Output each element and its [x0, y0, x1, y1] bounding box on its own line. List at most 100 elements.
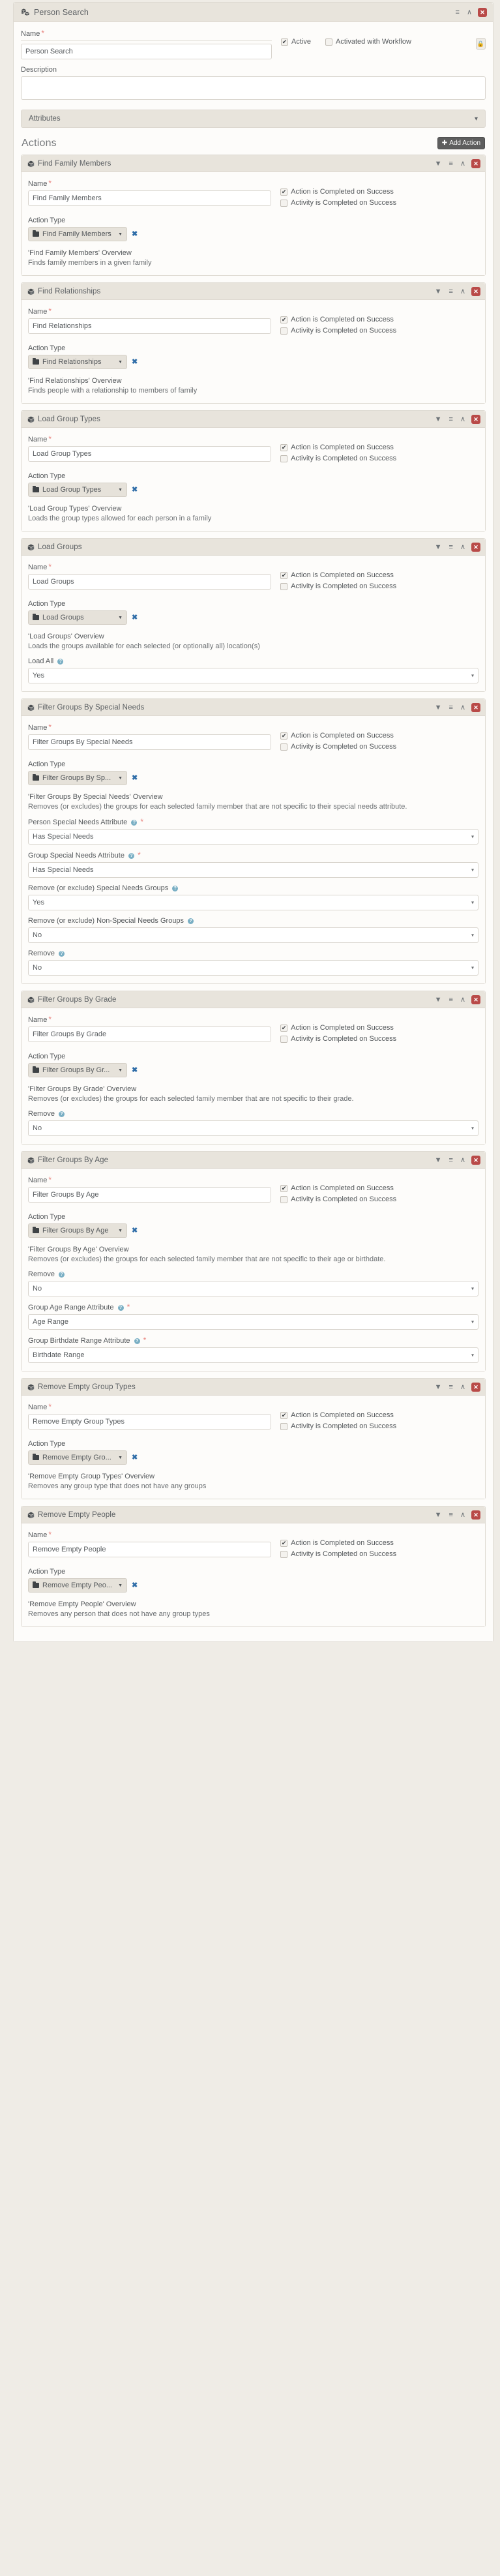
action-completed-row[interactable]: Action is Completed on Success: [280, 1411, 478, 1419]
help-icon[interactable]: ?: [59, 951, 65, 957]
clear-action-type-icon[interactable]: ✖: [132, 230, 138, 238]
filter-icon[interactable]: ▼: [434, 543, 443, 552]
activity-completed-row[interactable]: Activity is Completed on Success: [280, 1195, 478, 1203]
action-completed-row[interactable]: Action is Completed on Success: [280, 1184, 478, 1192]
help-icon[interactable]: ?: [117, 1305, 124, 1311]
action-completed-checkbox[interactable]: [280, 1540, 288, 1547]
action-type-picker[interactable]: Find Relationships ▼: [28, 355, 127, 369]
close-icon[interactable]: ✕: [478, 8, 487, 17]
help-icon[interactable]: ?: [128, 853, 135, 859]
activity-completed-row[interactable]: Activity is Completed on Success: [280, 327, 478, 335]
activity-completed-row[interactable]: Activity is Completed on Success: [280, 199, 478, 207]
action-completed-checkbox[interactable]: [280, 732, 288, 740]
action-field-select[interactable]: YesNo: [28, 668, 478, 683]
delete-icon[interactable]: ✕: [471, 1156, 480, 1165]
activity-completed-checkbox[interactable]: [280, 327, 288, 335]
action-name-input[interactable]: [28, 1026, 272, 1042]
action-completed-row[interactable]: Action is Completed on Success: [280, 188, 478, 196]
activity-completed-checkbox[interactable]: [280, 455, 288, 462]
action-name-input[interactable]: [28, 446, 272, 462]
collapse-icon[interactable]: ∧: [459, 996, 467, 1004]
collapse-icon[interactable]: ∧: [459, 1511, 467, 1520]
help-icon[interactable]: ?: [172, 886, 179, 891]
reorder-handle-icon[interactable]: ≡: [454, 8, 461, 17]
activity-completed-row[interactable]: Activity is Completed on Success: [280, 743, 478, 751]
activated-with-workflow-row[interactable]: Activated with Workflow: [325, 38, 411, 46]
action-completed-checkbox[interactable]: [280, 444, 288, 451]
action-completed-checkbox[interactable]: [280, 316, 288, 323]
active-checkbox-row[interactable]: Active: [281, 38, 311, 46]
delete-icon[interactable]: ✕: [471, 1510, 480, 1520]
action-completed-row[interactable]: Action is Completed on Success: [280, 732, 478, 740]
activated-with-workflow-checkbox[interactable]: [325, 38, 332, 46]
action-name-input[interactable]: [28, 734, 272, 750]
reorder-icon[interactable]: ≡: [448, 415, 454, 424]
action-completed-checkbox[interactable]: [280, 1025, 288, 1032]
delete-icon[interactable]: ✕: [471, 703, 480, 712]
filter-icon[interactable]: ▼: [434, 996, 443, 1004]
lock-icon[interactable]: 🔒: [476, 38, 486, 50]
reorder-icon[interactable]: ≡: [448, 704, 454, 712]
delete-icon[interactable]: ✕: [471, 159, 480, 168]
help-icon[interactable]: ?: [188, 918, 194, 924]
action-type-picker[interactable]: Filter Groups By Sp... ▼: [28, 771, 127, 785]
action-type-picker[interactable]: Remove Empty Gro... ▼: [28, 1450, 127, 1465]
action-field-select[interactable]: Has Special Needs: [28, 862, 478, 878]
action-field-select[interactable]: YesNo: [28, 960, 478, 976]
activity-completed-checkbox[interactable]: [280, 1196, 288, 1203]
collapse-icon[interactable]: ∧: [459, 160, 467, 168]
action-completed-row[interactable]: Action is Completed on Success: [280, 1024, 478, 1032]
delete-icon[interactable]: ✕: [471, 543, 480, 552]
activity-completed-row[interactable]: Activity is Completed on Success: [280, 1035, 478, 1043]
action-field-select[interactable]: YesNo: [28, 1281, 478, 1296]
activity-completed-checkbox[interactable]: [280, 743, 288, 751]
filter-icon[interactable]: ▼: [434, 160, 443, 168]
action-type-picker[interactable]: Find Family Members ▼: [28, 227, 127, 241]
clear-action-type-icon[interactable]: ✖: [132, 774, 138, 782]
action-name-input[interactable]: [28, 574, 272, 590]
activity-completed-row[interactable]: Activity is Completed on Success: [280, 582, 478, 590]
delete-icon[interactable]: ✕: [471, 287, 480, 296]
action-name-input[interactable]: [28, 318, 272, 334]
action-completed-row[interactable]: Action is Completed on Success: [280, 316, 478, 323]
reorder-icon[interactable]: ≡: [448, 1383, 454, 1392]
help-icon[interactable]: ?: [59, 1272, 65, 1278]
action-type-picker[interactable]: Load Group Types ▼: [28, 483, 127, 497]
clear-action-type-icon[interactable]: ✖: [132, 1454, 138, 1461]
action-completed-checkbox[interactable]: [280, 572, 288, 579]
filter-icon[interactable]: ▼: [434, 1511, 443, 1520]
action-completed-checkbox[interactable]: [280, 1412, 288, 1419]
action-field-select[interactable]: YesNo: [28, 927, 478, 943]
action-name-input[interactable]: [28, 190, 272, 206]
filter-icon[interactable]: ▼: [434, 1156, 443, 1165]
delete-icon[interactable]: ✕: [471, 1383, 480, 1392]
activity-completed-checkbox[interactable]: [280, 200, 288, 207]
clear-action-type-icon[interactable]: ✖: [132, 486, 138, 494]
delete-icon[interactable]: ✕: [471, 995, 480, 1004]
action-field-select[interactable]: YesNo: [28, 1120, 478, 1136]
action-completed-checkbox[interactable]: [280, 188, 288, 196]
clear-action-type-icon[interactable]: ✖: [132, 358, 138, 366]
activity-completed-checkbox[interactable]: [280, 583, 288, 590]
activity-completed-checkbox[interactable]: [280, 1551, 288, 1558]
action-type-picker[interactable]: Remove Empty Peo... ▼: [28, 1578, 127, 1593]
action-type-picker[interactable]: Filter Groups By Gr... ▼: [28, 1063, 127, 1077]
action-completed-row[interactable]: Action is Completed on Success: [280, 443, 478, 451]
collapse-icon[interactable]: ∧: [459, 704, 467, 712]
help-icon[interactable]: ?: [131, 820, 138, 826]
action-completed-row[interactable]: Action is Completed on Success: [280, 1539, 478, 1547]
clear-action-type-icon[interactable]: ✖: [132, 1066, 138, 1074]
description-textarea[interactable]: [21, 76, 486, 100]
action-field-select[interactable]: Birthdate Range: [28, 1347, 478, 1363]
activity-completed-checkbox[interactable]: [280, 1423, 288, 1430]
reorder-icon[interactable]: ≡: [448, 1511, 454, 1520]
collapse-icon[interactable]: ∧: [459, 415, 467, 424]
activity-completed-checkbox[interactable]: [280, 1036, 288, 1043]
collapse-chevron-icon[interactable]: ∧: [465, 8, 473, 17]
filter-icon[interactable]: ▼: [434, 704, 443, 712]
help-icon[interactable]: ?: [57, 659, 64, 665]
collapse-icon[interactable]: ∧: [459, 543, 467, 552]
action-field-select[interactable]: YesNo: [28, 895, 478, 910]
reorder-icon[interactable]: ≡: [448, 996, 454, 1004]
help-icon[interactable]: ?: [59, 1111, 65, 1117]
